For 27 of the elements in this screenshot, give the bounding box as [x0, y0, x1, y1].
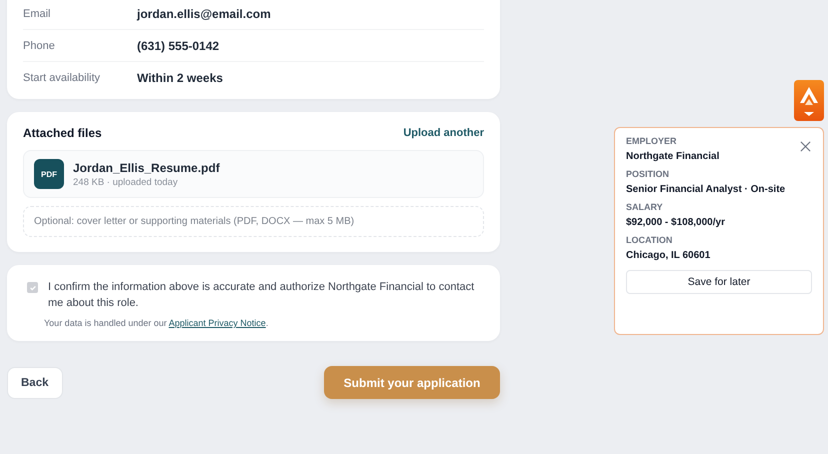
detail-value: Northgate Financial: [626, 151, 720, 162]
privacy-note: Your data is handled under our Applicant Privacy Notice.: [44, 318, 270, 328]
file-name: Jordan_Ellis_Resume.pdf: [73, 160, 220, 174]
detail-label: SALARY: [626, 202, 664, 212]
field-label: Email: [23, 8, 52, 20]
field-value: (631) 555-0142: [137, 38, 220, 52]
consent-text: I confirm the information above is accurate and authorize Northgate Financial to contact me about this role.: [48, 280, 476, 311]
file-type-badge: PDF: [34, 159, 64, 189]
detail-value: Senior Financial Analyst · On-site: [626, 184, 786, 195]
field-value: jordan.ellis@email.com: [137, 6, 271, 20]
detail-label: EMPLOYER: [626, 136, 678, 146]
detail-value: $92,000 - $108,000/yr: [626, 217, 726, 228]
upload-link[interactable]: Upload another: [403, 127, 484, 139]
field-label: Phone: [23, 40, 56, 52]
section-title: Attached files: [23, 126, 102, 140]
upload-dropzone[interactable]: Optional: cover letter or supporting materials (PDF, DOCX — max 5 MB): [23, 206, 484, 237]
close-icon[interactable]: [799, 140, 812, 153]
save-for-later-button[interactable]: Save for later: [626, 270, 812, 294]
detail-label: POSITION: [626, 169, 670, 179]
detail-label: LOCATION: [626, 235, 674, 245]
extension-logo-icon[interactable]: [794, 80, 824, 121]
field-label: Start availability: [23, 72, 102, 84]
detail-value: Chicago, IL 60601: [626, 250, 712, 261]
check-icon: [28, 284, 36, 292]
field-value: Within 2 weeks: [137, 70, 223, 84]
back-button[interactable]: Back: [7, 366, 62, 398]
file-meta: 248 KB · uploaded today: [73, 176, 179, 188]
